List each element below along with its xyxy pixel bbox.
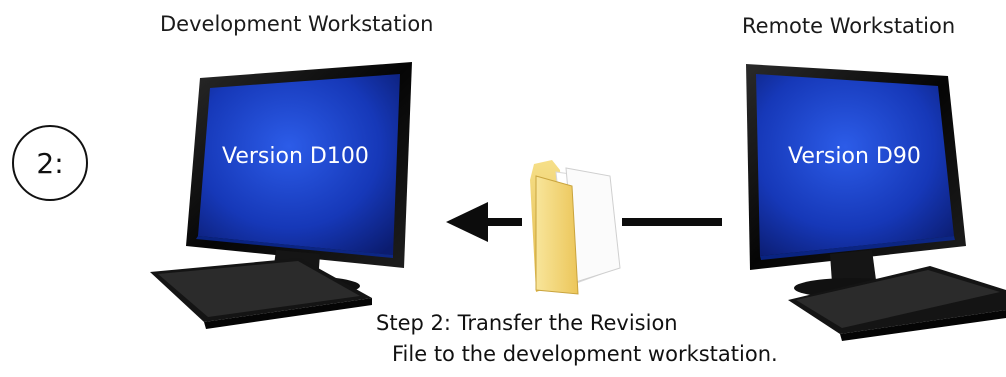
dev-workstation-title: Development Workstation: [160, 12, 434, 36]
step-caption: Step 2: Transfer the Revision File to th…: [376, 308, 846, 370]
transfer-line: [622, 218, 722, 226]
caption-line-2: File to the development workstation.: [392, 342, 778, 366]
remote-workstation-title: Remote Workstation: [742, 14, 956, 38]
dev-screen-text: Version D100: [222, 144, 369, 169]
dev-workstation: Version D100: [150, 62, 412, 329]
arrow-left-icon: [446, 202, 488, 242]
folder-icon: [530, 160, 621, 295]
step-badge: 2:: [12, 125, 88, 201]
remote-workstation: Version D90: [746, 64, 1006, 341]
remote-screen-text: Version D90: [788, 144, 921, 169]
monitor-icon: Version D90: [746, 64, 966, 298]
step-badge-label: 2:: [36, 146, 64, 180]
caption-line-1: Step 2: Transfer the Revision: [376, 311, 678, 335]
keyboard-icon: [150, 258, 372, 329]
